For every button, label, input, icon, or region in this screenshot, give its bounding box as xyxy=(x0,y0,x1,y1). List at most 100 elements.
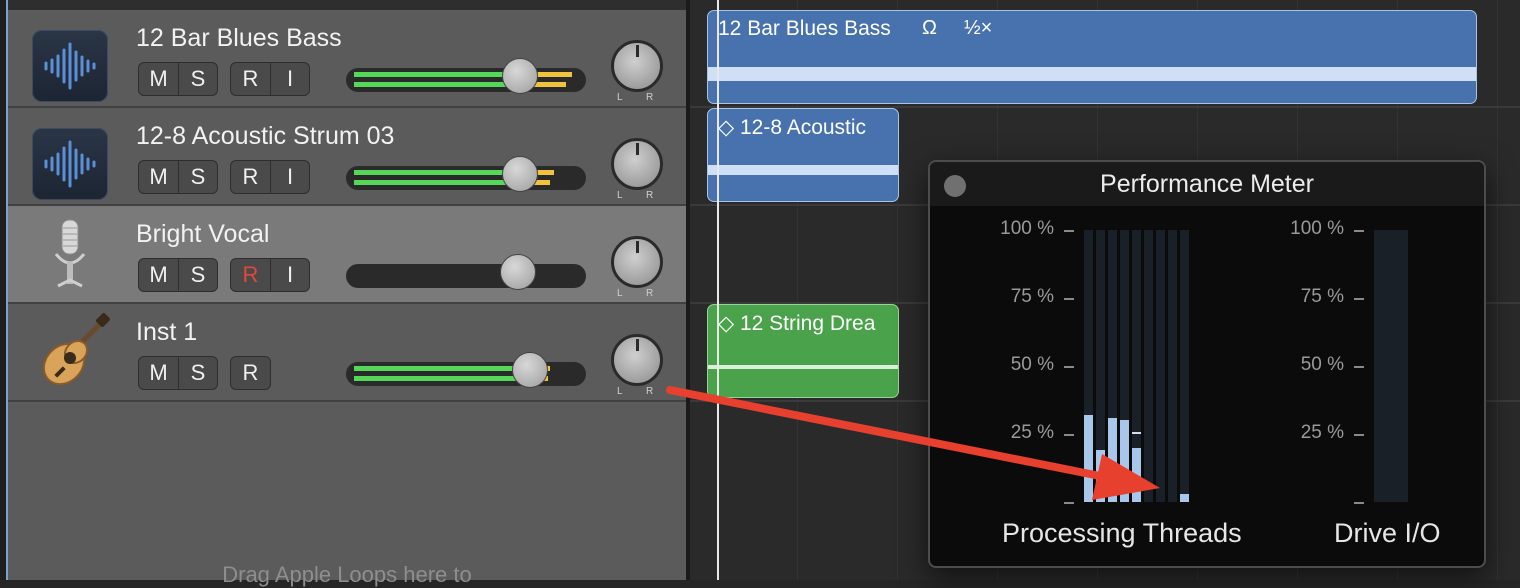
region-title: 12 Bar Blues Bass xyxy=(718,17,891,40)
tick-mark xyxy=(1354,434,1364,436)
volume-slider-thumb[interactable] xyxy=(502,156,538,192)
pan-right-label: R xyxy=(646,92,654,103)
loop-icon: Ω xyxy=(922,17,937,39)
pan-right-label: R xyxy=(646,386,654,397)
pan-knob[interactable] xyxy=(611,138,663,190)
tick-mark xyxy=(1064,434,1074,436)
thread-meter-column xyxy=(1144,230,1153,502)
tick-label: 50 % xyxy=(1300,354,1344,375)
audio-region[interactable]: 12 Bar Blues Bass Ω ½× xyxy=(707,10,1477,104)
tick-mark xyxy=(1064,502,1074,504)
drag-loops-hint: Drag Apple Loops here to xyxy=(222,562,472,587)
mute-button[interactable]: M xyxy=(139,161,178,193)
record-enable-button[interactable]: R xyxy=(231,161,270,193)
pan-left-label: L xyxy=(617,386,623,397)
performance-meter-window: Performance Meter 100 % 75 % 50 % 25 % 1… xyxy=(928,160,1486,568)
tick-label: 100 % xyxy=(1290,218,1344,239)
mute-solo-group: M S xyxy=(138,258,218,292)
volume-slider[interactable] xyxy=(346,264,586,288)
pan-right-label: R xyxy=(646,190,654,201)
volume-slider[interactable] xyxy=(346,166,586,190)
volume-slider-thumb[interactable] xyxy=(502,58,538,94)
tick-label: 25 % xyxy=(1300,422,1344,443)
track-name[interactable]: Bright Vocal xyxy=(136,220,269,249)
midi-region[interactable]: ◇ 12 String Drea xyxy=(707,304,899,398)
tick-label: 75 % xyxy=(1010,286,1054,307)
thread-meter-column xyxy=(1168,230,1177,502)
solo-button[interactable]: S xyxy=(178,161,217,193)
playhead[interactable] xyxy=(717,0,719,580)
mute-button[interactable]: M xyxy=(139,357,178,389)
volume-slider-thumb[interactable] xyxy=(512,352,548,388)
tick-label: 75 % xyxy=(1300,286,1344,307)
level-meter-left xyxy=(354,72,572,77)
audio-region[interactable]: ◇ 12-8 Acoustic xyxy=(707,108,899,202)
thread-load-fill xyxy=(1180,494,1189,502)
input-monitor-button[interactable]: I xyxy=(270,161,309,193)
microphone-icon xyxy=(32,219,108,298)
tick-mark xyxy=(1354,366,1364,368)
thread-load-fill xyxy=(1108,418,1117,502)
track-list-top-strip xyxy=(8,0,686,10)
thread-load-fill xyxy=(1084,415,1093,502)
solo-button[interactable]: S xyxy=(178,357,217,389)
region-waveform xyxy=(708,67,1476,81)
tick-mark xyxy=(1354,230,1364,232)
tick-mark xyxy=(1354,298,1364,300)
thread-peak-mark xyxy=(1132,432,1141,434)
pan-left-label: L xyxy=(617,288,623,299)
tick-mark xyxy=(1064,230,1074,232)
tick-mark xyxy=(1064,298,1074,300)
tick-label: 50 % xyxy=(1010,354,1054,375)
thread-meter-column xyxy=(1096,230,1105,502)
grid-line xyxy=(1497,0,1498,580)
track-header-list: 12 Bar Blues Bass M S R I L R 12-8 Acous… xyxy=(0,0,686,587)
mute-button[interactable]: M xyxy=(139,259,178,291)
record-input-group: R I xyxy=(230,160,310,194)
thread-meter-column xyxy=(1156,230,1165,502)
window-titlebar[interactable]: Performance Meter xyxy=(930,162,1484,206)
pan-right-label: R xyxy=(646,288,654,299)
solo-button[interactable]: S xyxy=(178,63,217,95)
input-monitor-button[interactable]: I xyxy=(270,63,309,95)
thread-load-fill xyxy=(1132,448,1141,502)
track-list-edge xyxy=(0,0,8,580)
track-header[interactable]: 12 Bar Blues Bass M S R I L R xyxy=(8,10,686,108)
acoustic-guitar-icon xyxy=(32,313,110,396)
region-title: ◇ 12-8 Acoustic xyxy=(718,116,867,139)
volume-slider-thumb[interactable] xyxy=(500,254,536,290)
mute-solo-group: M S xyxy=(138,62,218,96)
track-header[interactable]: Inst 1 M S R L R xyxy=(8,304,686,402)
tick-label: 100 % xyxy=(1000,218,1054,239)
thread-load-fill xyxy=(1120,420,1129,502)
mute-solo-group: M S xyxy=(138,356,218,390)
waveform-icon xyxy=(32,128,108,200)
record-enable-button[interactable]: R xyxy=(231,357,270,389)
drive-io-label: Drive I/O xyxy=(1334,518,1441,548)
volume-slider[interactable] xyxy=(346,68,586,92)
tick-mark xyxy=(1064,366,1074,368)
thread-meter-column xyxy=(1108,230,1117,502)
tick-mark xyxy=(1354,502,1364,504)
record-enable-button[interactable]: R xyxy=(231,63,270,95)
mute-solo-group: M S xyxy=(138,160,218,194)
region-waveform xyxy=(708,165,898,175)
mute-button[interactable]: M xyxy=(139,63,178,95)
record-enable-button-armed[interactable]: R xyxy=(231,259,270,291)
input-monitor-button[interactable]: I xyxy=(270,259,309,291)
pan-knob[interactable] xyxy=(611,40,663,92)
tick-label: 25 % xyxy=(1010,422,1054,443)
pan-knob[interactable] xyxy=(611,334,663,386)
track-name[interactable]: Inst 1 xyxy=(136,318,197,347)
speed-badge: ½× xyxy=(964,17,993,39)
volume-slider[interactable] xyxy=(346,362,586,386)
region-notes xyxy=(708,365,898,369)
track-name[interactable]: 12 Bar Blues Bass xyxy=(136,24,342,53)
track-header[interactable]: 12-8 Acoustic Strum 03 M S R I L R xyxy=(8,108,686,206)
pan-left-label: L xyxy=(617,92,623,103)
pan-knob[interactable] xyxy=(611,236,663,288)
track-name[interactable]: 12-8 Acoustic Strum 03 xyxy=(136,122,394,151)
track-header-selected[interactable]: Bright Vocal M S R I L R xyxy=(8,206,686,304)
thread-meter-column xyxy=(1120,230,1129,502)
solo-button[interactable]: S xyxy=(178,259,217,291)
